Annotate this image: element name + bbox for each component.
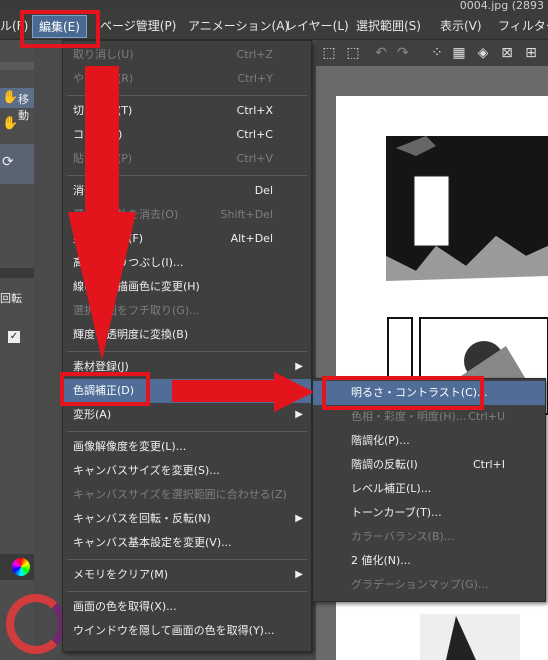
submenu-item-color-balance[interactable]: カラーバランス(B)... [313,525,545,549]
annotation-box-tonal-correction [60,372,150,406]
annotation-arrow-right-shaft [172,380,276,402]
tonal-correction-submenu: 明るさ・コントラスト(C)... 色相・彩度・明度(H)... Ctrl+U 階調… [312,378,546,602]
menu-item-fit-canvas-to-selection[interactable]: キャンバスサイズを選択範囲に合わせる(Z) [63,483,311,507]
menu-view[interactable]: 表示(V) [440,17,482,34]
select-icon[interactable]: ⬚ [344,44,362,62]
rotate-label: 回転 [0,292,22,305]
color-panel-header [0,554,34,580]
move-tool-row[interactable]: ✋ 移動 [0,88,34,122]
tool-icon[interactable]: ⊞ [522,44,540,62]
grid-icon[interactable]: ▦ [450,44,468,62]
hue-ring-icon [6,594,66,654]
menu-item-clear-memory[interactable]: メモリをクリア(M) ▶ [63,563,311,587]
menu-item-rotate-canvas[interactable]: キャンバスを回転・反転(N) ▶ [63,507,311,531]
submenu-item-gradient-map[interactable]: グラデーションマップ(G)... [313,573,545,597]
submenu-item-tone-curve[interactable]: トーンカーブ(T)... [313,501,545,525]
rotate-label-row: 回転 [0,288,34,306]
tool-property-panel: ✋ 移動 ✋ ⟳ 回転 ✓ [0,40,66,660]
menu-item-hide-window-pick-color[interactable]: ウインドウを隠して画面の色を取得(Y)... [63,619,311,643]
window-title: 0004.jpg (2893 [459,0,544,12]
fill-icon[interactable]: ◈ [474,44,492,62]
annotation-arrow-right-head [274,372,314,412]
undo-icon[interactable]: ↶ [372,44,390,62]
hand-tool-row[interactable]: ✋ [0,114,34,134]
menu-item-change-resolution[interactable]: 画像解像度を変更(L)... [63,435,311,459]
select-icon[interactable]: ⬚ [320,44,338,62]
submenu-arrow-icon: ▶ [295,569,303,580]
menu-separator [67,559,307,560]
rotate-tool-row[interactable]: ⟳ [0,144,34,184]
redo-icon[interactable]: ↷ [394,44,412,62]
submenu-item-levels[interactable]: レベル補正(L)... [313,477,545,501]
menu-item-undo[interactable]: 取り消し(U) Ctrl+Z [63,43,311,67]
menu-item-pick-screen-color[interactable]: 画面の色を取得(X)... [63,595,311,619]
submenu-item-invert[interactable]: 階調の反転(I) Ctrl+I [313,453,545,477]
checkbox-icon[interactable]: ✓ [8,331,20,343]
menu-item-canvas-settings[interactable]: キャンバス基本設定を変更(V)... [63,531,311,555]
color-ring[interactable] [0,588,66,660]
annotation-arrow-down-shaft [85,66,119,216]
menu-separator [67,591,307,592]
annotation-box-edit-menu [20,10,100,48]
transform-icon[interactable]: ⊠ [498,44,516,62]
submenu-item-binarize[interactable]: 2 値化(N)... [313,549,545,573]
menu-layer[interactable]: レイヤー(L) [285,17,349,34]
annotation-arrow-down-head [68,212,136,360]
menu-separator [67,431,307,432]
menu-item-change-canvas-size[interactable]: キャンバスサイズを変更(S)... [63,459,311,483]
toolbar: ⬚ ⬚ ↶ ↷ ⁘ ▦ ◈ ⊠ ⊞ [316,40,548,66]
hand-icon: ✋ [2,116,19,131]
dots-icon[interactable]: ⁘ [428,44,446,62]
menu-filter[interactable]: フィルター(I [498,17,548,34]
hand-icon: ✋ [2,90,19,105]
submenu-arrow-icon: ▶ [295,513,303,524]
menu-animation[interactable]: アニメーション(A) [188,17,289,34]
menu-selection[interactable]: 選択範囲(S) [356,17,421,34]
submenu-item-posterize[interactable]: 階調化(P)... [313,429,545,453]
panel-header [0,62,34,70]
panel-header-2 [0,268,34,278]
annotation-box-brightness-contrast [322,376,484,410]
menu-page-management[interactable]: ページ管理(P) [100,17,176,34]
color-wheel-icon [12,558,30,576]
checkbox-row[interactable]: ✓ [0,330,34,346]
rotate-icon: ⟳ [2,154,14,170]
